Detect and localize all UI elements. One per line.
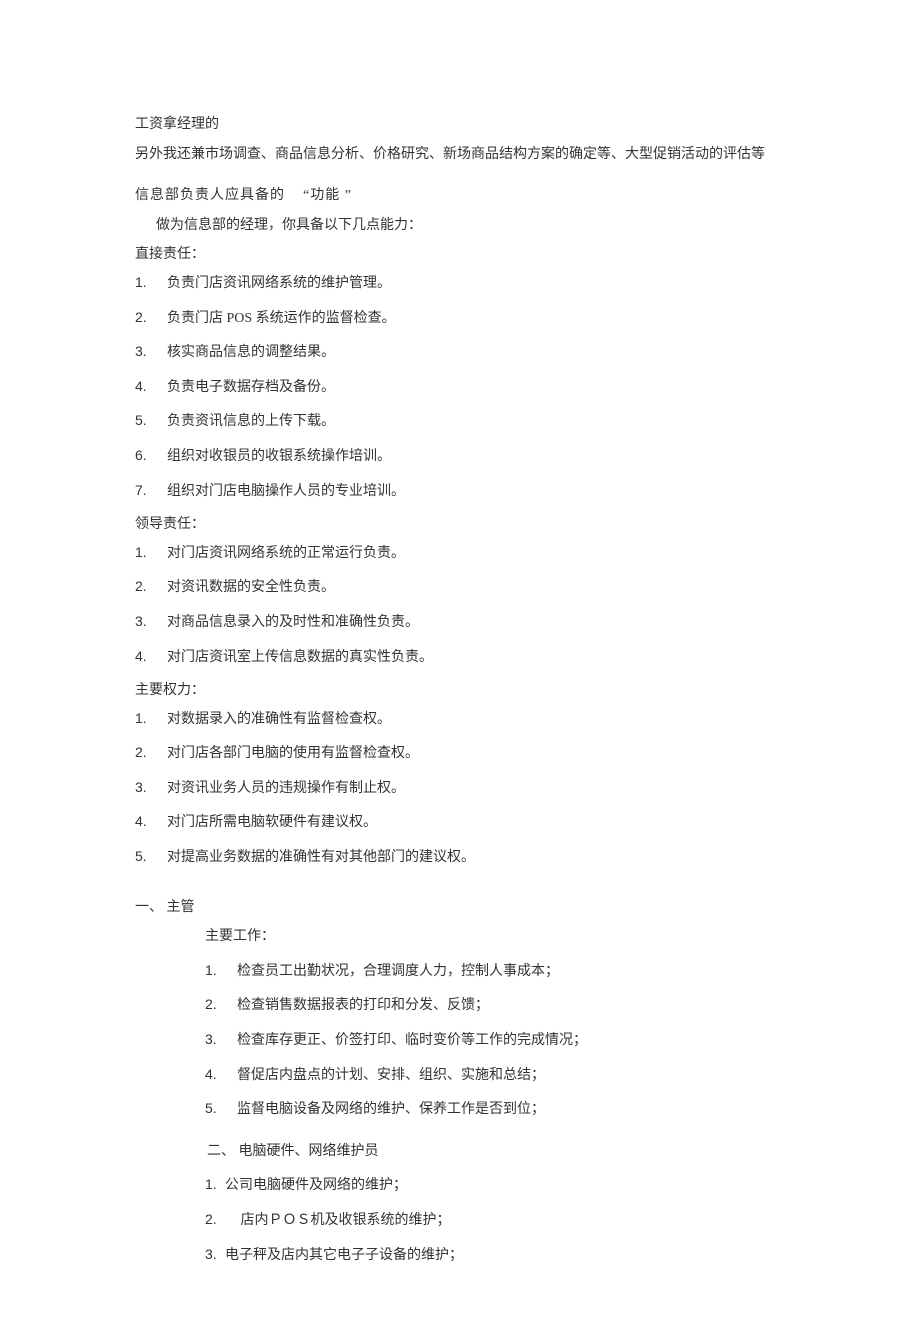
item-number: 3. <box>135 342 167 362</box>
list-item: 3.检查库存更正、价签打印、临时变价等工作的完成情况； <box>205 1030 790 1051</box>
item-number: 3. <box>135 778 167 798</box>
item-number: 2. <box>135 577 167 597</box>
item-number: 4. <box>135 812 167 832</box>
list-item: 4.督促店内盘点的计划、安排、组织、实施和总结； <box>205 1065 790 1086</box>
direct-responsibility-label: 直接责任： <box>135 245 790 265</box>
leadership-responsibility-list: 1.对门店资讯网络系统的正常运行负责。 2.对资讯数据的安全性负责。 3.对商品… <box>135 543 790 667</box>
list-item: 1.公司电脑硬件及网络的维护； <box>205 1175 790 1196</box>
intro-line-1: 工资拿经理的 <box>135 115 790 135</box>
item-number: 2. <box>205 1210 237 1230</box>
roman-heading-hardware: 二、 电脑硬件、网络维护员 <box>207 1142 790 1162</box>
list-item: 1.对门店资讯网络系统的正常运行负责。 <box>135 543 790 564</box>
item-text: 检查库存更正、价签打印、临时变价等工作的完成情况； <box>237 1033 587 1048</box>
list-item: 1.检查员工出勤状况，合理调度人力，控制人事成本； <box>205 961 790 982</box>
list-item: 5.对提高业务数据的准确性有对其他部门的建议权。 <box>135 847 790 868</box>
item-text: 负责电子数据存档及备份。 <box>167 380 335 395</box>
item-text: 检查销售数据报表的打印和分发、反馈； <box>237 998 489 1013</box>
item-number: 4. <box>205 1065 237 1085</box>
list-item: 3.核实商品信息的调整结果。 <box>135 342 790 363</box>
item-number: 1. <box>135 273 167 293</box>
list-item: 2.负责门店 POS 系统运作的监督检查。 <box>135 308 790 329</box>
item-text: 对商品信息录入的及时性和准确性负责。 <box>167 615 419 630</box>
item-text: 电子秤及店内其它电子子设备的维护； <box>225 1248 463 1263</box>
item-text: 检查员工出勤状况，合理调度人力，控制人事成本； <box>237 964 559 979</box>
item-text: 督促店内盘点的计划、安排、组织、实施和总结； <box>237 1068 545 1083</box>
item-number: 1. <box>135 709 167 729</box>
list-item: 1.对数据录入的准确性有监督检查权。 <box>135 709 790 730</box>
item-number: 2. <box>135 743 167 763</box>
item-text: 对门店各部门电脑的使用有监督检查权。 <box>167 746 419 761</box>
item-number: 5. <box>135 847 167 867</box>
list-item: 2.检查销售数据报表的打印和分发、反馈； <box>205 995 790 1016</box>
item-text: 负责资讯信息的上传下载。 <box>167 414 335 429</box>
list-item: 2. 店内ＰＯＳ机及收银系统的维护； <box>205 1210 790 1231</box>
item-number: 2. <box>205 995 237 1015</box>
item-number: 5. <box>135 411 167 431</box>
item-text: 负责门店 POS 系统运作的监督检查。 <box>167 311 396 326</box>
list-item: 5.负责资讯信息的上传下载。 <box>135 411 790 432</box>
item-text: 店内ＰＯＳ机及收银系统的维护； <box>237 1213 451 1228</box>
item-number: 1. <box>205 1175 225 1195</box>
list-item: 4.负责电子数据存档及备份。 <box>135 377 790 398</box>
item-number: 3. <box>205 1030 237 1050</box>
supervisor-block: 主要工作： 1.检查员工出勤状况，合理调度人力，控制人事成本； 2.检查销售数据… <box>205 927 790 1120</box>
item-text: 对门店所需电脑软硬件有建议权。 <box>167 815 377 830</box>
item-number: 1. <box>135 543 167 563</box>
item-number: 2. <box>135 308 167 328</box>
list-item: 4.对门店所需电脑软硬件有建议权。 <box>135 812 790 833</box>
main-power-label: 主要权力： <box>135 681 790 701</box>
item-text: 对门店资讯室上传信息数据的真实性负责。 <box>167 650 433 665</box>
item-text: 组织对收银员的收银系统操作培训。 <box>167 449 391 464</box>
document-page: 工资拿经理的 另外我还兼市场调查、商品信息分析、价格研究、新场商品结构方案的确定… <box>0 0 920 1339</box>
list-item: 3.对商品信息录入的及时性和准确性负责。 <box>135 612 790 633</box>
item-text: 对门店资讯网络系统的正常运行负责。 <box>167 546 405 561</box>
heading-prefix: 信息部负责人应具备的 <box>135 188 285 203</box>
main-power-list: 1.对数据录入的准确性有监督检查权。 2.对门店各部门电脑的使用有监督检查权。 … <box>135 709 790 868</box>
item-number: 3. <box>135 612 167 632</box>
item-text: 监督电脑设备及网络的维护、保养工作是否到位； <box>237 1102 545 1117</box>
leadership-responsibility-label: 领导责任： <box>135 515 790 535</box>
item-number: 4. <box>135 647 167 667</box>
item-text: 对资讯数据的安全性负责。 <box>167 580 335 595</box>
list-item: 3.电子秤及店内其它电子子设备的维护； <box>205 1245 790 1266</box>
heading-word: 功能 <box>310 188 340 203</box>
list-item: 3.对资讯业务人员的违规操作有制止权。 <box>135 778 790 799</box>
hardware-block: 1.公司电脑硬件及网络的维护； 2. 店内ＰＯＳ机及收银系统的维护； 3.电子秤… <box>205 1175 790 1265</box>
list-item: 4.对门店资讯室上传信息数据的真实性负责。 <box>135 647 790 668</box>
item-text: 核实商品信息的调整结果。 <box>167 345 335 360</box>
direct-responsibility-list: 1.负责门店资讯网络系统的维护管理。 2.负责门店 POS 系统运作的监督检查。… <box>135 273 790 501</box>
quote-close: ” <box>345 188 352 203</box>
list-item: 6.组织对收银员的收银系统操作培训。 <box>135 446 790 467</box>
list-item: 2.对资讯数据的安全性负责。 <box>135 577 790 598</box>
item-text: 组织对门店电脑操作人员的专业培训。 <box>167 484 405 499</box>
item-text: 负责门店资讯网络系统的维护管理。 <box>167 276 391 291</box>
section-intro: 做为信息部的经理，你具备以下几点能力： <box>135 216 790 236</box>
item-text: 对提高业务数据的准确性有对其他部门的建议权。 <box>167 850 475 865</box>
list-item: 7.组织对门店电脑操作人员的专业培训。 <box>135 481 790 502</box>
section-heading-functions: 信息部负责人应具备的 “功能 ” <box>135 186 790 206</box>
item-text: 对数据录入的准确性有监督检查权。 <box>167 712 391 727</box>
item-number: 3. <box>205 1245 225 1265</box>
item-number: 4. <box>135 377 167 397</box>
item-number: 1. <box>205 961 237 981</box>
item-text: 对资讯业务人员的违规操作有制止权。 <box>167 781 405 796</box>
item-number: 7. <box>135 481 167 501</box>
item-number: 5. <box>205 1099 237 1119</box>
intro-line-2: 另外我还兼市场调查、商品信息分析、价格研究、新场商品结构方案的确定等、大型促销活… <box>135 145 790 165</box>
list-item: 1.负责门店资讯网络系统的维护管理。 <box>135 273 790 294</box>
item-text: 公司电脑硬件及网络的维护； <box>225 1178 407 1193</box>
main-work-label: 主要工作： <box>205 927 790 947</box>
item-number: 6. <box>135 446 167 466</box>
roman-heading-supervisor: 一、 主管 <box>135 898 790 918</box>
list-item: 2.对门店各部门电脑的使用有监督检查权。 <box>135 743 790 764</box>
list-item: 5.监督电脑设备及网络的维护、保养工作是否到位； <box>205 1099 790 1120</box>
